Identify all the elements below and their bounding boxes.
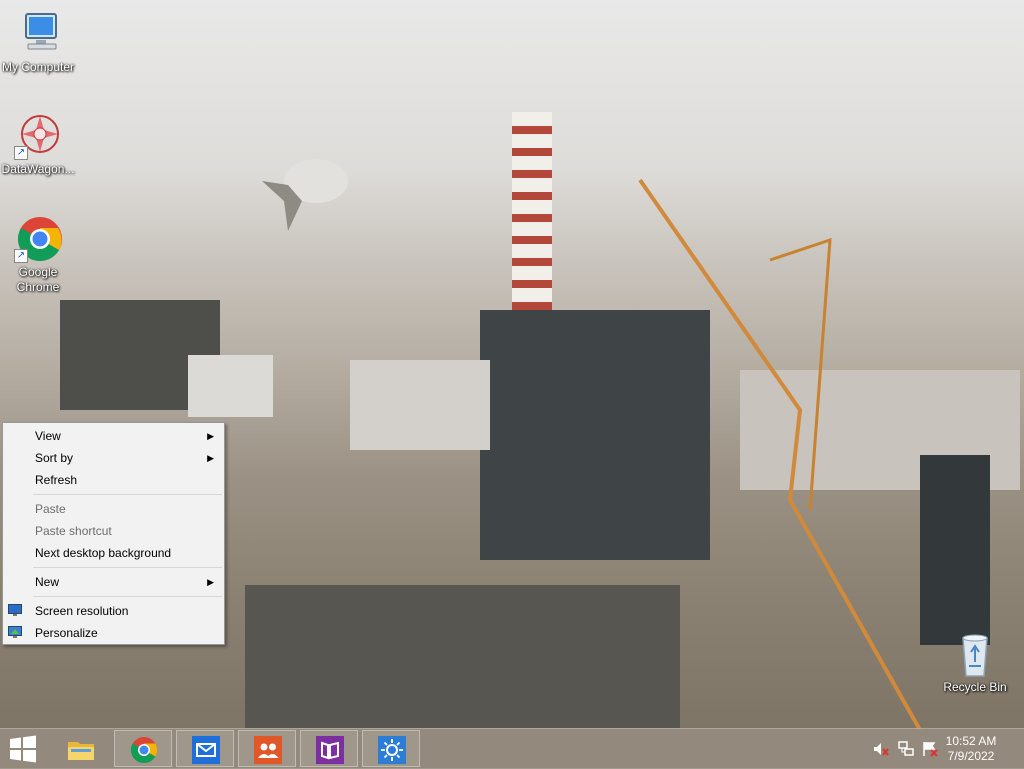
- datawagon-icon: ↗: [14, 112, 62, 160]
- crane-shape: [638, 178, 922, 730]
- menu-item-screen-resolution[interactable]: Screen resolution: [3, 600, 224, 622]
- desktop-icon-my-computer[interactable]: My Computer: [0, 10, 76, 75]
- chrome-icon: [130, 737, 158, 764]
- taskbar-people[interactable]: [238, 730, 296, 767]
- menu-separator: [33, 567, 222, 568]
- recycle-bin-icon: [951, 630, 999, 678]
- menu-item-new[interactable]: New ▶: [3, 571, 224, 593]
- desktop-icon-google-chrome[interactable]: ↗ Google Chrome: [0, 215, 76, 295]
- menu-separator: [33, 494, 222, 495]
- desktop-icon-datawagon[interactable]: ↗ DataWagon...: [0, 112, 76, 177]
- chimney-shape: [512, 112, 552, 312]
- taskbar-mail[interactable]: [176, 730, 234, 767]
- desktop-context-menu: View ▶ Sort by ▶ Refresh Paste Paste sho…: [2, 422, 225, 645]
- menu-item-personalize[interactable]: Personalize: [3, 622, 224, 644]
- start-button[interactable]: [8, 735, 38, 763]
- menu-item-paste: Paste: [3, 498, 224, 520]
- screen-resolution-icon: [8, 604, 22, 616]
- submenu-arrow-icon: ▶: [207, 577, 214, 587]
- taskbar: 10:52 AM 7/9/2022: [0, 728, 1024, 769]
- taskbar-file-explorer[interactable]: [52, 730, 110, 767]
- menu-item-label: Paste shortcut: [35, 524, 112, 538]
- menu-item-label: Screen resolution: [35, 604, 129, 618]
- desktop-icon-recycle-bin[interactable]: Recycle Bin: [937, 630, 1013, 695]
- system-clock[interactable]: 10:52 AM 7/9/2022: [936, 734, 1006, 764]
- menu-item-label: Paste: [35, 502, 66, 516]
- menu-item-label: Personalize: [35, 626, 98, 640]
- taskbar-chrome[interactable]: [114, 730, 172, 767]
- clock-time: 10:52 AM: [945, 734, 997, 748]
- menu-item-paste-shortcut: Paste shortcut: [3, 520, 224, 542]
- menu-item-label: Sort by: [35, 451, 74, 465]
- file-explorer-icon: [68, 742, 94, 760]
- personalize-icon: [8, 626, 22, 638]
- taskbar-store[interactable]: [300, 730, 358, 767]
- chrome-icon: ↗: [14, 215, 62, 263]
- store-icon: [316, 736, 344, 764]
- volume-muted-icon[interactable]: [873, 741, 889, 757]
- foreground-roof-shape: [245, 585, 680, 728]
- shortcut-arrow-icon: ↗: [14, 146, 28, 160]
- clock-date: 7/9/2022: [947, 749, 995, 763]
- taskbar-weather[interactable]: [362, 730, 420, 767]
- menu-item-refresh[interactable]: Refresh: [3, 469, 224, 491]
- mail-icon: [192, 736, 220, 764]
- weather-icon: [378, 736, 406, 764]
- desktop-icon-label: DataWagon...: [1, 162, 75, 176]
- desktop-icon-label: Recycle Bin: [943, 680, 1007, 694]
- desktop-icon-label: Google Chrome: [16, 265, 60, 294]
- menu-item-label: View: [35, 429, 61, 443]
- submenu-arrow-icon: ▶: [207, 453, 214, 463]
- menu-item-label: Next desktop background: [35, 546, 172, 560]
- submenu-arrow-icon: ▶: [207, 431, 214, 441]
- people-icon: [254, 736, 282, 764]
- network-icon[interactable]: [898, 741, 914, 757]
- desktop-icon-label: My Computer: [1, 60, 75, 74]
- menu-item-next-desktop-background[interactable]: Next desktop background: [3, 542, 224, 564]
- my-computer-icon: [14, 10, 62, 58]
- shortcut-arrow-icon: ↗: [14, 249, 28, 263]
- building-shape: [350, 360, 490, 450]
- menu-item-sort-by[interactable]: Sort by ▶: [3, 447, 224, 469]
- desktop-wallpaper: [0, 0, 1024, 768]
- menu-item-label: Refresh: [35, 473, 78, 487]
- white-building-shape: [188, 355, 273, 417]
- menu-separator: [33, 596, 222, 597]
- menu-item-label: New: [35, 575, 60, 589]
- menu-item-view[interactable]: View ▶: [3, 425, 224, 447]
- windows-logo-icon: [10, 735, 36, 763]
- airship-shape: [262, 159, 348, 231]
